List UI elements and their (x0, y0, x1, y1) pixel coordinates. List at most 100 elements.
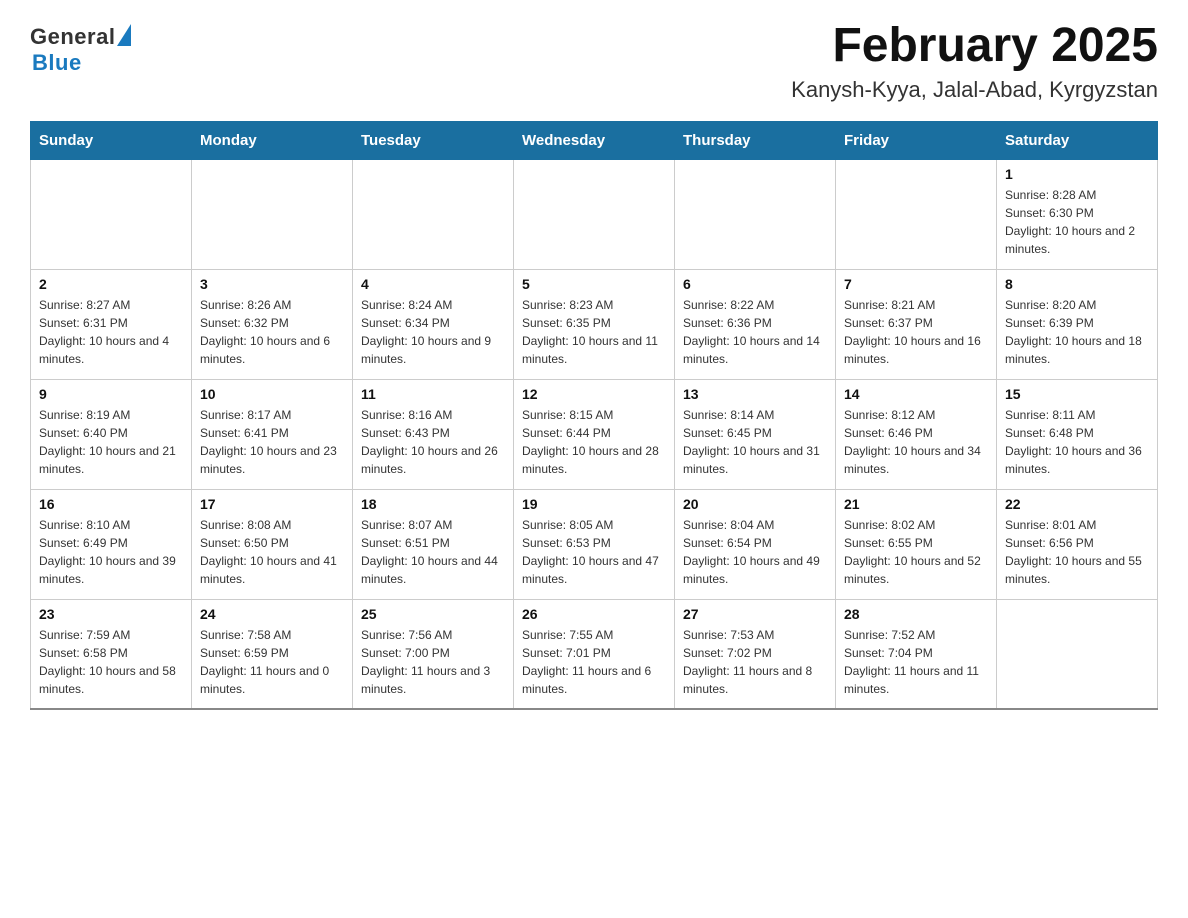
day-number: 15 (1005, 386, 1149, 402)
calendar-week-4: 23Sunrise: 7:59 AMSunset: 6:58 PMDayligh… (31, 599, 1158, 709)
logo-triangle-icon (117, 24, 131, 46)
header-cell-friday: Friday (836, 121, 997, 159)
day-info: Sunrise: 8:21 AMSunset: 6:37 PMDaylight:… (844, 296, 988, 368)
day-number: 2 (39, 276, 183, 292)
calendar-week-3: 16 Sunrise: 8:10 AMSunset: 6:49 PMDayligh… (31, 489, 1158, 599)
day-info: Sunrise: 8:14 AMSunset: 6:45 PMDaylight:… (683, 406, 827, 478)
calendar-cell: 11 Sunrise: 8:16 AMSunset: 6:43 PMDayligh… (353, 379, 514, 489)
calendar-table: SundayMondayTuesdayWednesdayThursdayFrid… (30, 121, 1158, 711)
calendar-cell: 6 Sunrise: 8:22 AMSunset: 6:36 PMDaylight… (675, 269, 836, 379)
day-number: 10 (200, 386, 344, 402)
calendar-body: 1 Sunrise: 8:28 AMSunset: 6:30 PMDaylight… (31, 159, 1158, 709)
day-info: Sunrise: 8:24 AMSunset: 6:34 PMDaylight:… (361, 296, 505, 368)
logo: General Blue (30, 20, 131, 76)
day-info: Sunrise: 8:01 AMSunset: 6:56 PMDaylight:… (1005, 516, 1149, 588)
calendar-cell (353, 159, 514, 269)
calendar-header: SundayMondayTuesdayWednesdayThursdayFrid… (31, 121, 1158, 159)
header-cell-saturday: Saturday (997, 121, 1158, 159)
header-cell-wednesday: Wednesday (514, 121, 675, 159)
calendar-cell: 7 Sunrise: 8:21 AMSunset: 6:37 PMDaylight… (836, 269, 997, 379)
day-info: Sunrise: 8:12 AMSunset: 6:46 PMDaylight:… (844, 406, 988, 478)
calendar-cell: 16 Sunrise: 8:10 AMSunset: 6:49 PMDayligh… (31, 489, 192, 599)
calendar-cell: 8Sunrise: 8:20 AMSunset: 6:39 PMDaylight… (997, 269, 1158, 379)
day-info: Sunrise: 8:23 AMSunset: 6:35 PMDaylight:… (522, 296, 666, 368)
calendar-cell: 2Sunrise: 8:27 AMSunset: 6:31 PMDaylight… (31, 269, 192, 379)
day-number: 25 (361, 606, 505, 622)
day-number: 13 (683, 386, 827, 402)
day-info: Sunrise: 8:16 AMSunset: 6:43 PMDaylight:… (361, 406, 505, 478)
day-info: Sunrise: 8:17 AMSunset: 6:41 PMDaylight:… (200, 406, 344, 478)
calendar-cell: 9 Sunrise: 8:19 AMSunset: 6:40 PMDaylight… (31, 379, 192, 489)
calendar-cell: 15 Sunrise: 8:11 AMSunset: 6:48 PMDayligh… (997, 379, 1158, 489)
calendar-cell (836, 159, 997, 269)
calendar-cell: 18 Sunrise: 8:07 AMSunset: 6:51 PMDayligh… (353, 489, 514, 599)
calendar-week-2: 9 Sunrise: 8:19 AMSunset: 6:40 PMDaylight… (31, 379, 1158, 489)
day-number: 9 (39, 386, 183, 402)
header-cell-sunday: Sunday (31, 121, 192, 159)
calendar-cell: 26 Sunrise: 7:55 AMSunset: 7:01 PMDayligh… (514, 599, 675, 709)
header-cell-thursday: Thursday (675, 121, 836, 159)
day-number: 28 (844, 606, 988, 622)
calendar-cell: 25 Sunrise: 7:56 AMSunset: 7:00 PMDayligh… (353, 599, 514, 709)
day-number: 14 (844, 386, 988, 402)
page-subtitle: Kanysh-Kyya, Jalal-Abad, Kyrgyzstan (791, 77, 1158, 103)
logo-general-text: General (30, 24, 115, 50)
calendar-cell: 24 Sunrise: 7:58 AMSunset: 6:59 PMDayligh… (192, 599, 353, 709)
calendar-cell: 27Sunrise: 7:53 AMSunset: 7:02 PMDayligh… (675, 599, 836, 709)
day-number: 23 (39, 606, 183, 622)
header-cell-monday: Monday (192, 121, 353, 159)
day-info: Sunrise: 7:58 AMSunset: 6:59 PMDaylight:… (200, 626, 344, 698)
calendar-week-1: 2Sunrise: 8:27 AMSunset: 6:31 PMDaylight… (31, 269, 1158, 379)
day-info: Sunrise: 8:08 AMSunset: 6:50 PMDaylight:… (200, 516, 344, 588)
day-number: 21 (844, 496, 988, 512)
day-number: 20 (683, 496, 827, 512)
calendar-cell (31, 159, 192, 269)
calendar-cell (675, 159, 836, 269)
calendar-week-0: 1 Sunrise: 8:28 AMSunset: 6:30 PMDaylight… (31, 159, 1158, 269)
calendar-cell (192, 159, 353, 269)
calendar-cell: 5 Sunrise: 8:23 AMSunset: 6:35 PMDaylight… (514, 269, 675, 379)
logo-blue-text: Blue (32, 50, 82, 76)
day-info: Sunrise: 7:56 AMSunset: 7:00 PMDaylight:… (361, 626, 505, 698)
day-number: 11 (361, 386, 505, 402)
day-info: Sunrise: 8:10 AMSunset: 6:49 PMDaylight:… (39, 516, 183, 588)
calendar-cell: 17 Sunrise: 8:08 AMSunset: 6:50 PMDayligh… (192, 489, 353, 599)
day-number: 3 (200, 276, 344, 292)
day-number: 26 (522, 606, 666, 622)
day-info: Sunrise: 7:52 AMSunset: 7:04 PMDaylight:… (844, 626, 988, 698)
calendar-cell: 1 Sunrise: 8:28 AMSunset: 6:30 PMDaylight… (997, 159, 1158, 269)
day-number: 24 (200, 606, 344, 622)
day-number: 7 (844, 276, 988, 292)
day-number: 6 (683, 276, 827, 292)
day-info: Sunrise: 8:22 AMSunset: 6:36 PMDaylight:… (683, 296, 827, 368)
day-info: Sunrise: 8:05 AMSunset: 6:53 PMDaylight:… (522, 516, 666, 588)
calendar-cell: 10 Sunrise: 8:17 AMSunset: 6:41 PMDayligh… (192, 379, 353, 489)
calendar-cell: 4 Sunrise: 8:24 AMSunset: 6:34 PMDaylight… (353, 269, 514, 379)
day-number: 17 (200, 496, 344, 512)
title-block: February 2025 Kanysh-Kyya, Jalal-Abad, K… (791, 20, 1158, 103)
calendar-cell: 23Sunrise: 7:59 AMSunset: 6:58 PMDayligh… (31, 599, 192, 709)
day-number: 22 (1005, 496, 1149, 512)
day-info: Sunrise: 8:20 AMSunset: 6:39 PMDaylight:… (1005, 296, 1149, 368)
calendar-cell: 20Sunrise: 8:04 AMSunset: 6:54 PMDayligh… (675, 489, 836, 599)
day-number: 27 (683, 606, 827, 622)
calendar-cell: 13 Sunrise: 8:14 AMSunset: 6:45 PMDayligh… (675, 379, 836, 489)
calendar-cell: 21Sunrise: 8:02 AMSunset: 6:55 PMDayligh… (836, 489, 997, 599)
calendar-cell (514, 159, 675, 269)
calendar-cell: 3 Sunrise: 8:26 AMSunset: 6:32 PMDaylight… (192, 269, 353, 379)
day-info: Sunrise: 8:28 AMSunset: 6:30 PMDaylight:… (1005, 186, 1149, 258)
day-info: Sunrise: 8:19 AMSunset: 6:40 PMDaylight:… (39, 406, 183, 478)
day-info: Sunrise: 8:26 AMSunset: 6:32 PMDaylight:… (200, 296, 344, 368)
day-number: 18 (361, 496, 505, 512)
day-number: 16 (39, 496, 183, 512)
page-title: February 2025 (791, 20, 1158, 73)
day-info: Sunrise: 8:07 AMSunset: 6:51 PMDaylight:… (361, 516, 505, 588)
day-info: Sunrise: 8:11 AMSunset: 6:48 PMDaylight:… (1005, 406, 1149, 478)
day-info: Sunrise: 8:15 AMSunset: 6:44 PMDaylight:… (522, 406, 666, 478)
day-number: 19 (522, 496, 666, 512)
day-number: 5 (522, 276, 666, 292)
calendar-cell: 12Sunrise: 8:15 AMSunset: 6:44 PMDayligh… (514, 379, 675, 489)
day-number: 1 (1005, 166, 1149, 182)
day-number: 4 (361, 276, 505, 292)
day-info: Sunrise: 7:55 AMSunset: 7:01 PMDaylight:… (522, 626, 666, 698)
